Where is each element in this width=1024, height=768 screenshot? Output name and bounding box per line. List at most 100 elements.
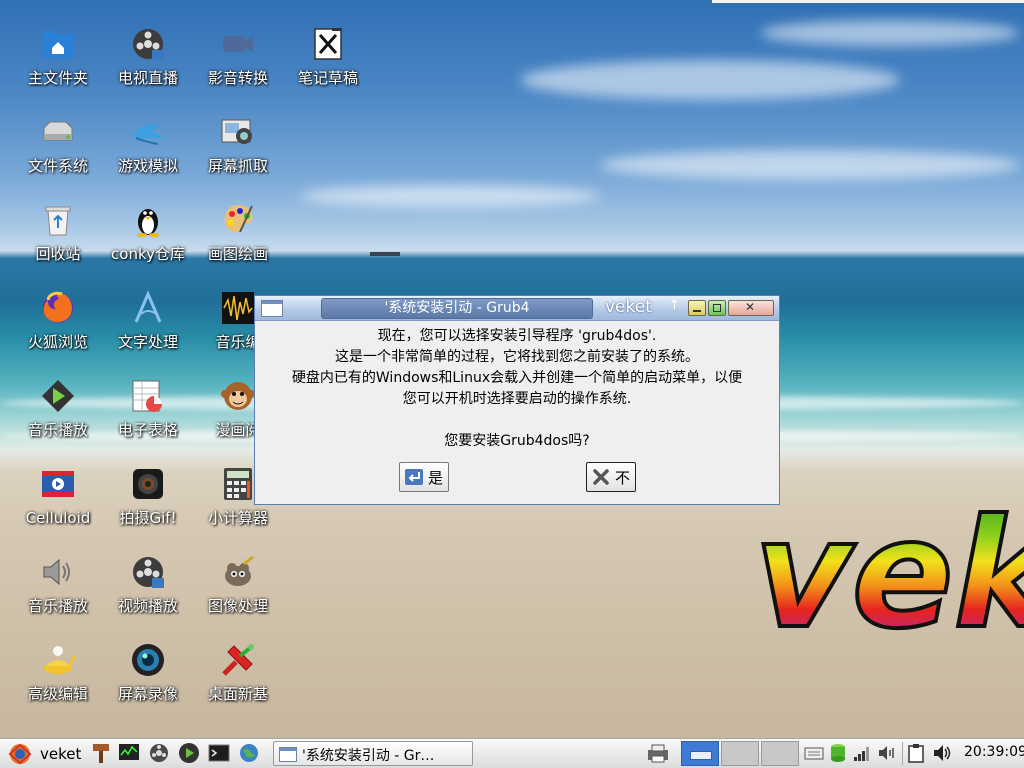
cancel-x-icon <box>593 469 609 485</box>
globe-icon[interactable] <box>238 742 260 764</box>
desktop-icon[interactable]: conky仓库 <box>105 198 191 282</box>
desktop-icon[interactable]: 火狐浏览 <box>15 286 101 370</box>
desktop-icon[interactable]: 文字处理 <box>105 286 191 370</box>
arrow-up-icon[interactable]: ↑ <box>669 298 680 313</box>
desktop-icon-label: 文件系统 <box>27 157 88 175</box>
speaker-icon <box>43 558 70 586</box>
desktop-icon-label: 拍摄Gif! <box>119 509 177 527</box>
clipboard-icon[interactable] <box>906 743 926 763</box>
monkey-icon <box>221 382 255 410</box>
abiword-icon <box>134 290 162 323</box>
desktop-icon-label: 影音转换 <box>207 69 268 87</box>
calculator-icon <box>224 468 252 500</box>
minimize-button[interactable] <box>688 300 706 316</box>
no-label: 不 <box>615 469 631 487</box>
enter-arrow-icon <box>405 469 423 485</box>
ship <box>370 252 400 256</box>
desktop-icon[interactable]: 音乐播放 <box>15 550 101 634</box>
desktop-icon[interactable]: Celluloid <box>15 462 101 546</box>
film-reel-icon <box>133 29 164 60</box>
paint-palette-icon <box>224 205 253 233</box>
media-reel-icon[interactable] <box>148 742 170 764</box>
database-icon[interactable] <box>828 743 848 763</box>
play-circle-icon <box>42 380 74 412</box>
workspace-1[interactable] <box>681 741 719 766</box>
desktop-icon-label: conky仓库 <box>111 245 185 263</box>
desktop-icon-label: 屏幕抓取 <box>207 157 268 175</box>
desktop-icon[interactable]: 电子表格 <box>105 374 191 458</box>
desktop-icon-label: 高级编辑 <box>27 685 88 703</box>
dialog-title-bar[interactable]: '系统安装引动 - Grub4 veket ↑ <box>255 296 779 321</box>
workspace-3[interactable] <box>761 741 799 766</box>
desktop-icon[interactable]: 拍摄Gif! <box>105 462 191 546</box>
desktop-icon[interactable]: 游戏模拟 <box>105 110 191 194</box>
play-icon[interactable] <box>178 742 200 764</box>
audio-mixer-icon[interactable] <box>876 743 896 763</box>
close-button[interactable] <box>728 300 774 316</box>
desktop-icon-label: 画图绘画 <box>207 245 268 263</box>
title-brand: veket <box>605 297 652 317</box>
desktop-icon[interactable]: 画图绘画 <box>195 198 281 282</box>
install-grub-dialog: '系统安装引动 - Grub4 veket ↑ 现在，您可以选择安装引导程序 '… <box>254 295 780 505</box>
audio-waveform-icon <box>222 292 254 324</box>
firefox-icon <box>43 291 73 323</box>
printer-icon[interactable] <box>646 743 670 763</box>
desktop-icon-label: 视频播放 <box>117 597 178 615</box>
window-app-icon[interactable] <box>261 300 283 317</box>
clock: 20:39:09 <box>964 744 1024 760</box>
window-icon <box>279 747 297 762</box>
desktop-icon[interactable]: 音乐播放 <box>15 374 101 458</box>
message-line: 您可以开机时选择要启动的操作系统. <box>402 391 632 407</box>
desktop-icon[interactable]: 影音转换 <box>195 22 281 106</box>
desktop-icon[interactable]: 电视直播 <box>105 22 191 106</box>
desktop-icon[interactable]: 视频播放 <box>105 550 191 634</box>
video-player-icon <box>42 471 74 497</box>
desktop-icon-label: 图像处理 <box>207 597 268 615</box>
desktop-icon[interactable]: 图像处理 <box>195 550 281 634</box>
taskbar-window-button[interactable]: '系统安装引动 - Gr… <box>273 741 473 766</box>
start-label: veket <box>40 745 82 763</box>
desktop-icon-label: 音乐播放 <box>27 421 88 439</box>
message-line: 这是一个非常简单的过程，它将找到您之前安装了的系统。 <box>335 349 699 365</box>
desktop-icon[interactable]: 笔记草稿 <box>285 22 371 106</box>
dialog-message: 现在，您可以选择安装引导程序 'grub4dos'. 这是一个非常简单的过程，它… <box>255 326 779 452</box>
no-button[interactable]: 不 <box>586 462 636 492</box>
desktop-icon[interactable]: 文件系统 <box>15 110 101 194</box>
spreadsheet-chart-icon <box>132 380 162 412</box>
veket-start-icon <box>8 743 32 765</box>
volume-icon[interactable] <box>932 743 952 763</box>
keyboard-icon[interactable] <box>804 743 824 763</box>
cloud <box>520 60 900 100</box>
webcam-icon <box>133 469 163 499</box>
desktop-icon-label: 主文件夹 <box>27 69 88 87</box>
desktop-icon[interactable]: 屏幕录像 <box>105 638 191 722</box>
workspace-pager <box>681 741 799 766</box>
yes-button[interactable]: 是 <box>399 462 449 492</box>
signal-strength-icon[interactable] <box>852 743 872 763</box>
gimp-icon <box>225 555 254 586</box>
desktop-icon[interactable]: 屏幕抓取 <box>195 110 281 194</box>
desktop-icon[interactable]: 桌面新基 <box>195 638 281 722</box>
veket-logo-text: veke <box>754 488 1024 648</box>
desktop-icon-label: 笔记草稿 <box>297 69 358 87</box>
desktop-icon-label: 电视直播 <box>117 69 178 87</box>
desktop-tools-icon <box>222 644 254 676</box>
penguin-icon <box>137 209 159 237</box>
message-line: 现在，您可以选择安装引导程序 'grub4dos'. <box>377 328 657 344</box>
home-folder-icon <box>43 31 73 58</box>
maximize-button[interactable] <box>708 300 726 316</box>
terminal-icon[interactable] <box>208 742 230 764</box>
desktop-icon[interactable]: 高级编辑 <box>15 638 101 722</box>
system-monitor-icon[interactable] <box>118 742 140 764</box>
trash-icon <box>45 206 71 236</box>
film-reel-icon <box>133 557 164 588</box>
message-question: 您要安装Grub4dos吗? <box>444 433 590 449</box>
desktop-icon[interactable]: 主文件夹 <box>15 22 101 106</box>
workspace-2[interactable] <box>721 741 759 766</box>
veket-logo: veke <box>752 488 1024 648</box>
genie-lamp-icon <box>44 646 76 674</box>
hard-drive-icon <box>43 121 73 141</box>
broom-icon[interactable] <box>90 742 112 764</box>
desktop-icon[interactable]: 回收站 <box>15 198 101 282</box>
cloud <box>300 185 600 207</box>
